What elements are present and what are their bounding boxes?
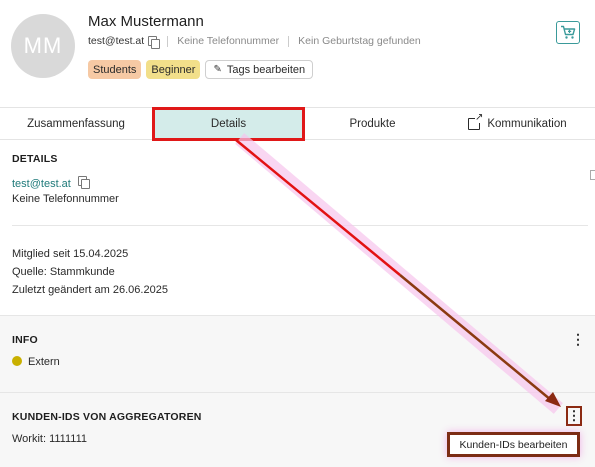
aggregators-menu-button[interactable]: ⋮ — [566, 406, 582, 426]
cart-icon — [561, 25, 576, 39]
tab-bar: Zusammenfassung Produkte Kommunikation D… — [0, 107, 595, 141]
cart-button[interactable] — [556, 21, 580, 44]
pencil-icon: ✎ — [213, 64, 222, 75]
tab-summary[interactable]: Zusammenfassung — [0, 108, 152, 140]
external-link-icon — [468, 113, 484, 130]
aggregators-section-title: KUNDEN-IDS VON AGGREGATOREN — [12, 411, 202, 423]
source: Quelle: Stammkunde — [12, 266, 115, 278]
copy-icon[interactable] — [77, 176, 90, 189]
info-section — [0, 315, 595, 392]
copy-icon[interactable] — [148, 35, 161, 49]
info-status-label: Extern — [28, 356, 60, 368]
details-phone: Keine Telefonnummer — [12, 193, 119, 205]
tag-list: Students Beginner ✎ Tags bearbeiten — [88, 60, 314, 79]
customer-name: Max Mustermann — [88, 13, 204, 30]
last-changed: Zuletzt geändert am 26.06.2025 — [12, 284, 168, 296]
tab-communication-label: Kommunikation — [487, 118, 567, 130]
scroll-edge-marker — [590, 170, 595, 180]
details-section-title: DETAILS — [12, 153, 58, 165]
tab-details[interactable]: Details — [152, 107, 305, 141]
header-birthday: Kein Geburtstag gefunden — [298, 35, 421, 47]
divider — [288, 35, 290, 47]
avatar: MM — [11, 14, 75, 78]
details-email[interactable]: test@test.at — [12, 176, 90, 190]
edit-customer-ids-menu-item[interactable]: Kunden-IDs bearbeiten — [447, 432, 580, 457]
edit-tags-button[interactable]: ✎ Tags bearbeiten — [205, 60, 314, 79]
tag-students: Students — [88, 60, 142, 79]
details-email-text[interactable]: test@test.at — [12, 178, 71, 190]
aggregator-entry: Workit: 1111111 — [12, 433, 88, 445]
info-section-title: INFO — [12, 334, 38, 346]
edit-tags-label: Tags bearbeiten — [226, 63, 306, 76]
tab-products[interactable]: Produkte — [305, 108, 440, 140]
info-menu-icon[interactable]: ⋮ — [571, 331, 585, 348]
member-since: Mitglied seit 15.04.2025 — [12, 248, 129, 260]
divider — [12, 225, 588, 226]
header-email[interactable]: test@test.at — [88, 35, 144, 47]
status-dot-icon — [12, 356, 22, 366]
header-phone: Keine Telefonnummer — [177, 35, 280, 47]
divider — [167, 35, 169, 47]
info-status: Extern — [12, 356, 60, 368]
tag-beginner: Beginner — [146, 60, 201, 79]
tab-communication[interactable]: Kommunikation — [440, 108, 595, 140]
contact-line: test@test.at Keine Telefonnummer Kein Ge… — [88, 35, 421, 49]
